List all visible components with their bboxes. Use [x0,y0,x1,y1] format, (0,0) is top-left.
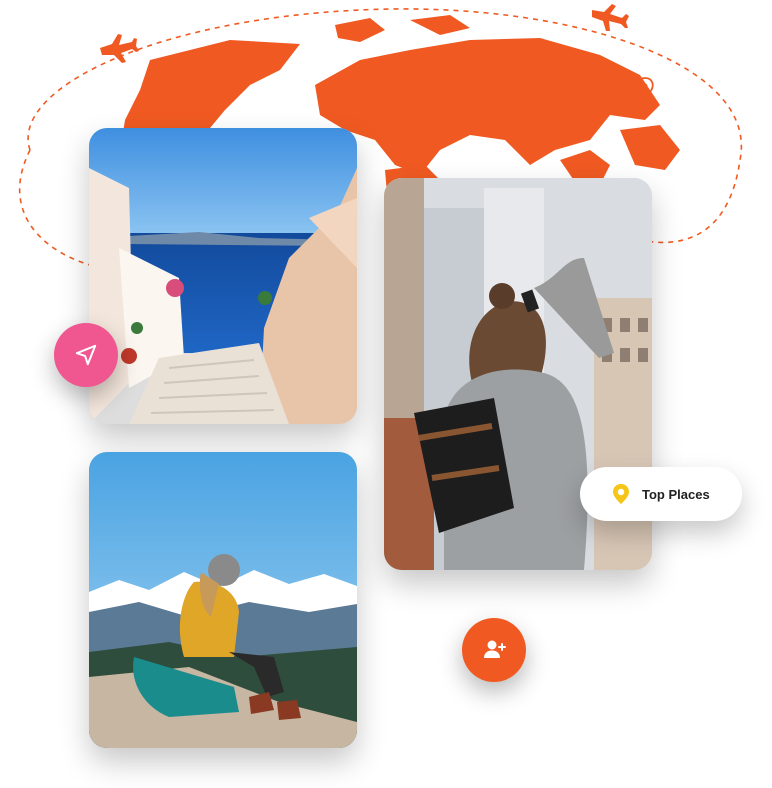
photo-hiker-mountain [89,452,357,748]
paper-plane-icon [75,344,97,366]
airplane-icon [100,34,139,63]
map-pin-icon [636,77,654,102]
top-places-chip[interactable]: Top Places [580,467,742,521]
map-pin-icon [613,484,629,504]
top-places-label: Top Places [642,486,710,502]
photo-santorini [89,128,357,424]
add-user-button[interactable] [462,618,526,682]
flight-path-arc-left [18,149,91,266]
send-button[interactable] [54,323,118,387]
airplane-icon [592,4,629,31]
user-plus-icon [484,640,506,658]
